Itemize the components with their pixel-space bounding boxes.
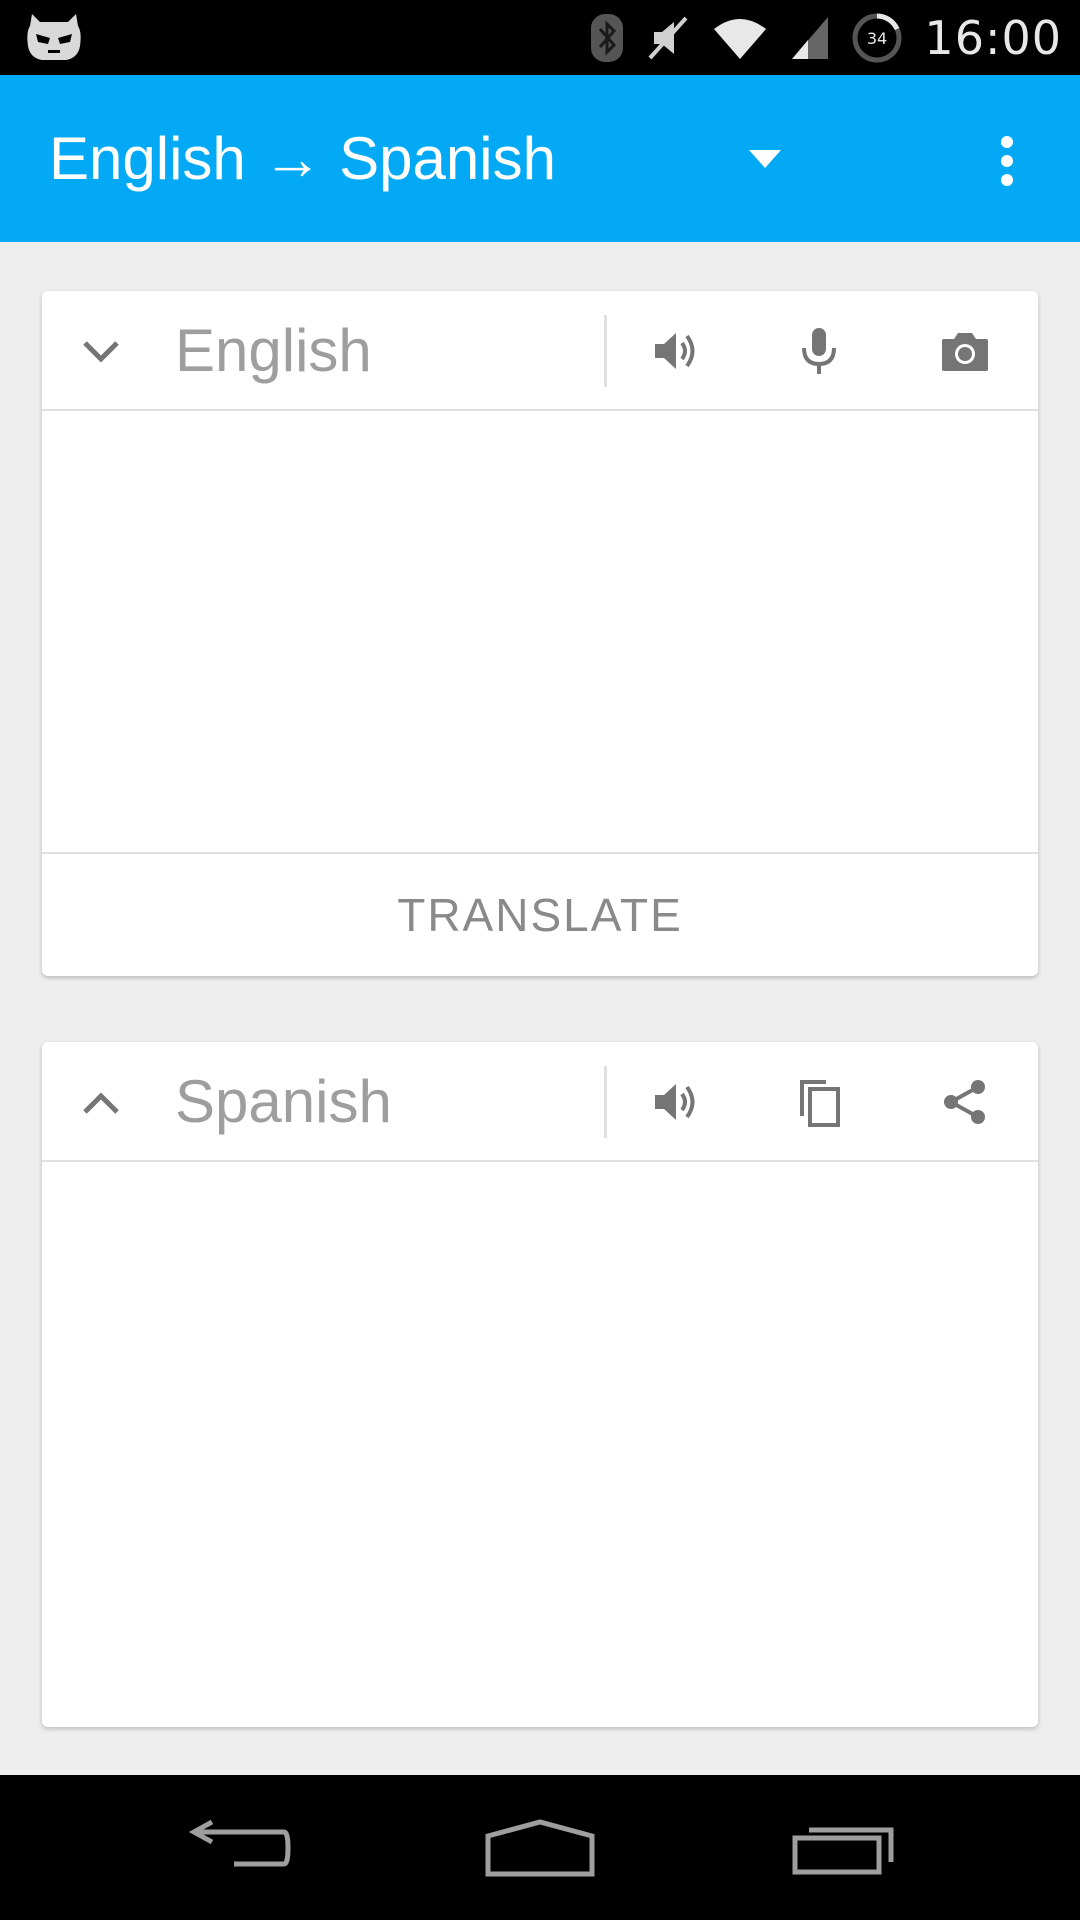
chevron-up-icon <box>83 1092 119 1114</box>
speaker-icon <box>655 1084 695 1120</box>
input-card-header: English <box>42 291 1038 411</box>
listen-source-button[interactable] <box>645 321 705 381</box>
translate-button-label: TRANSLATE <box>397 889 683 941</box>
more-vert-icon <box>1001 136 1013 186</box>
back-icon <box>188 1819 291 1866</box>
speaker-icon <box>655 333 695 369</box>
clock: 16:00 <box>924 10 1062 65</box>
copy-icon <box>800 1080 840 1127</box>
app-bar: English → Spanish <box>0 75 1080 242</box>
cyanogenmod-icon <box>27 14 81 60</box>
header-divider <box>604 315 607 387</box>
source-language-label[interactable]: English <box>175 291 372 411</box>
collapse-input-button[interactable] <box>76 327 126 377</box>
listen-translation-button[interactable] <box>645 1072 705 1132</box>
voice-input-button[interactable] <box>789 321 849 381</box>
copy-translation-button[interactable] <box>789 1072 849 1132</box>
navigation-bar <box>0 1775 1080 1920</box>
source-text-input[interactable] <box>42 411 1038 851</box>
status-bar: 34 16:00 <box>0 0 1080 75</box>
input-card: English TRANSLATE <box>42 291 1038 976</box>
mute-icon <box>648 16 688 59</box>
translate-button[interactable]: TRANSLATE <box>42 852 1038 976</box>
svg-text:34: 34 <box>867 29 887 48</box>
microphone-icon <box>802 328 836 374</box>
language-pair-title[interactable]: English → Spanish <box>49 75 556 242</box>
share-translation-button[interactable] <box>935 1072 995 1132</box>
camera-input-button[interactable] <box>935 321 995 381</box>
cell-signal-icon <box>792 16 829 59</box>
output-card-header: Spanish <box>42 1042 1038 1162</box>
target-language-label[interactable]: Spanish <box>175 1042 392 1162</box>
overflow-menu-button[interactable] <box>985 130 1029 192</box>
recents-icon <box>792 1827 894 1874</box>
language-dropdown-button[interactable] <box>745 142 785 176</box>
translation-output <box>42 1162 1038 1727</box>
header-divider <box>604 1066 607 1138</box>
output-card: Spanish <box>42 1042 1038 1727</box>
home-icon <box>485 1818 595 1876</box>
home-button[interactable] <box>460 1775 620 1920</box>
chevron-down-icon <box>83 341 119 363</box>
back-button[interactable] <box>160 1775 320 1920</box>
share-icon <box>944 1080 985 1124</box>
dropdown-arrow-icon <box>749 150 781 168</box>
camera-icon <box>942 333 988 371</box>
wifi-icon <box>714 18 767 59</box>
collapse-output-button[interactable] <box>76 1078 126 1128</box>
battery-icon: 34 <box>852 13 902 62</box>
bluetooth-icon <box>591 13 624 62</box>
recents-button[interactable] <box>763 1775 923 1920</box>
